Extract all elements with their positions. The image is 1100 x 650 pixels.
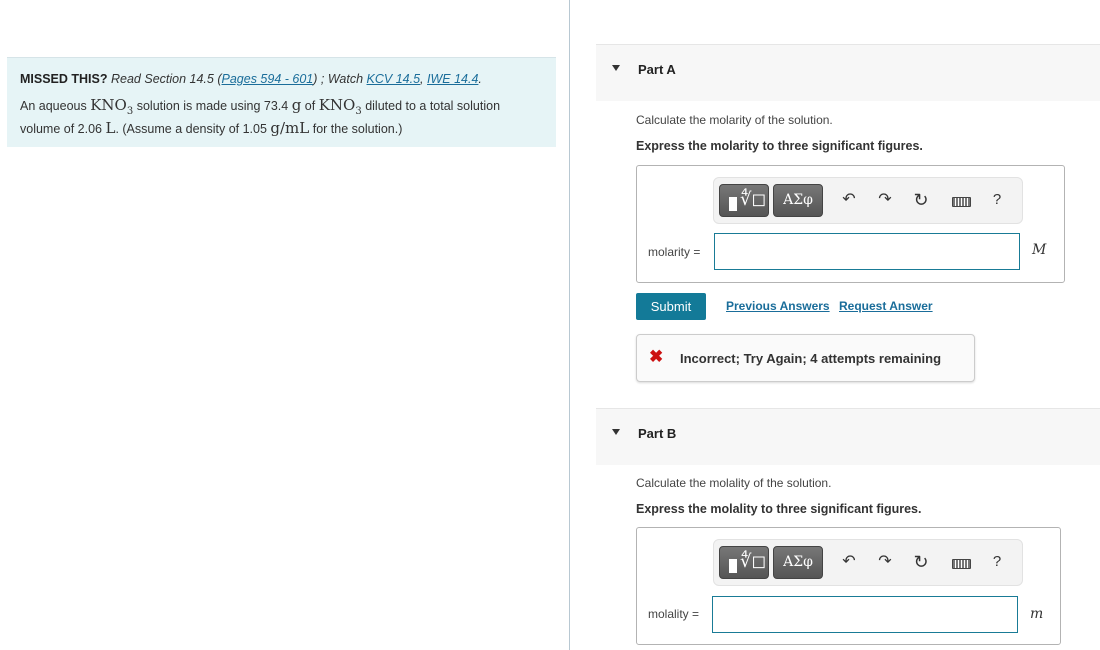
reset-icon[interactable]: ↻	[910, 549, 932, 575]
redo-icon[interactable]: ↷	[874, 549, 896, 575]
part-a-answer-box: ∜◻ ΑΣφ ↶ ↷ ↻ ? molarity = M	[636, 165, 1065, 283]
part-a-prompt: Calculate the molarity of the solution.	[636, 113, 833, 127]
math-toolbar: ∜◻ ΑΣφ ↶ ↷ ↻ ?	[713, 177, 1023, 224]
problem-intro: MISSED THIS? Read Section 14.5 (Pages 59…	[7, 57, 556, 147]
density-unit: g/mL	[270, 119, 310, 137]
templates-button[interactable]: ∜◻	[719, 184, 769, 217]
volume-unit: L	[105, 119, 116, 137]
missed-this-label: MISSED THIS?	[20, 72, 108, 86]
iwe-link[interactable]: IWE 14.4	[427, 72, 478, 86]
part-a-title: Part A	[638, 62, 676, 77]
problem-text: for the solution.)	[312, 122, 403, 136]
keyboard-icon[interactable]	[952, 197, 971, 207]
molarity-input[interactable]	[714, 233, 1020, 270]
templates-button[interactable]: ∜◻	[719, 546, 769, 579]
problem-text: of	[304, 99, 316, 113]
column-divider	[569, 0, 570, 650]
problem-statement: An aqueous KNO3 solution is made using 7…	[20, 97, 543, 137]
request-answer-link[interactable]: Request Answer	[839, 299, 933, 313]
help-icon[interactable]: ?	[986, 187, 1008, 213]
part-b-instruction: Express the molality to three significan…	[636, 502, 922, 516]
compound-formula: KNO3	[90, 96, 134, 117]
part-b-title: Part B	[638, 426, 677, 441]
undo-icon[interactable]: ↶	[838, 549, 860, 575]
read-text: Read Section 14.5 (	[111, 72, 222, 86]
problem-text: volume of 2.06	[20, 122, 102, 136]
pages-link[interactable]: Pages 594 - 601	[222, 72, 314, 86]
problem-text: . (Assume a density of 1.05	[115, 122, 267, 136]
part-b-answer-box: ∜◻ ΑΣφ ↶ ↷ ↻ ? molality = m	[636, 527, 1061, 645]
mass-unit: g	[291, 96, 302, 114]
molality-input[interactable]	[712, 596, 1018, 633]
greek-symbols-button[interactable]: ΑΣφ	[773, 184, 823, 217]
problem-text: An aqueous	[20, 99, 87, 113]
molarity-unit: M	[1032, 242, 1047, 258]
molality-label: molality =	[648, 607, 700, 621]
part-b-header[interactable]: Part B	[596, 408, 1100, 465]
undo-icon[interactable]: ↶	[838, 187, 860, 213]
incorrect-icon: ✖	[649, 347, 664, 366]
part-b-prompt: Calculate the molality of the solution.	[636, 476, 832, 490]
templates-icon	[729, 197, 737, 211]
molality-unit: m	[1030, 606, 1044, 622]
problem-text: diluted to a total solution	[365, 99, 501, 113]
problem-text: solution is made using 73.4	[136, 99, 289, 113]
kcv-link[interactable]: KCV 14.5	[367, 72, 421, 86]
submit-button[interactable]: Submit	[636, 293, 706, 320]
templates-icon	[729, 559, 737, 573]
feedback-text: Incorrect; Try Again; 4 attempts remaini…	[680, 351, 942, 366]
previous-answers-link[interactable]: Previous Answers	[726, 299, 830, 313]
math-toolbar: ∜◻ ΑΣφ ↶ ↷ ↻ ?	[713, 539, 1023, 586]
help-icon[interactable]: ?	[986, 549, 1008, 575]
greek-symbols-button[interactable]: ΑΣφ	[773, 546, 823, 579]
collapse-caret-icon[interactable]	[612, 429, 620, 435]
feedback-message: ✖ Incorrect; Try Again; 4 attempts remai…	[636, 334, 975, 382]
molarity-label: molarity =	[648, 245, 701, 259]
part-a-header[interactable]: Part A	[596, 44, 1100, 101]
redo-icon[interactable]: ↷	[874, 187, 896, 213]
keyboard-icon[interactable]	[952, 559, 971, 569]
compound-formula: KNO3	[318, 96, 362, 117]
part-a-instruction: Express the molarity to three significan…	[636, 139, 923, 153]
missed-this-line: MISSED THIS? Read Section 14.5 (Pages 59…	[20, 72, 482, 86]
reset-icon[interactable]: ↻	[910, 187, 932, 213]
watch-text: ) ; Watch	[313, 72, 364, 86]
collapse-caret-icon[interactable]	[612, 65, 620, 71]
